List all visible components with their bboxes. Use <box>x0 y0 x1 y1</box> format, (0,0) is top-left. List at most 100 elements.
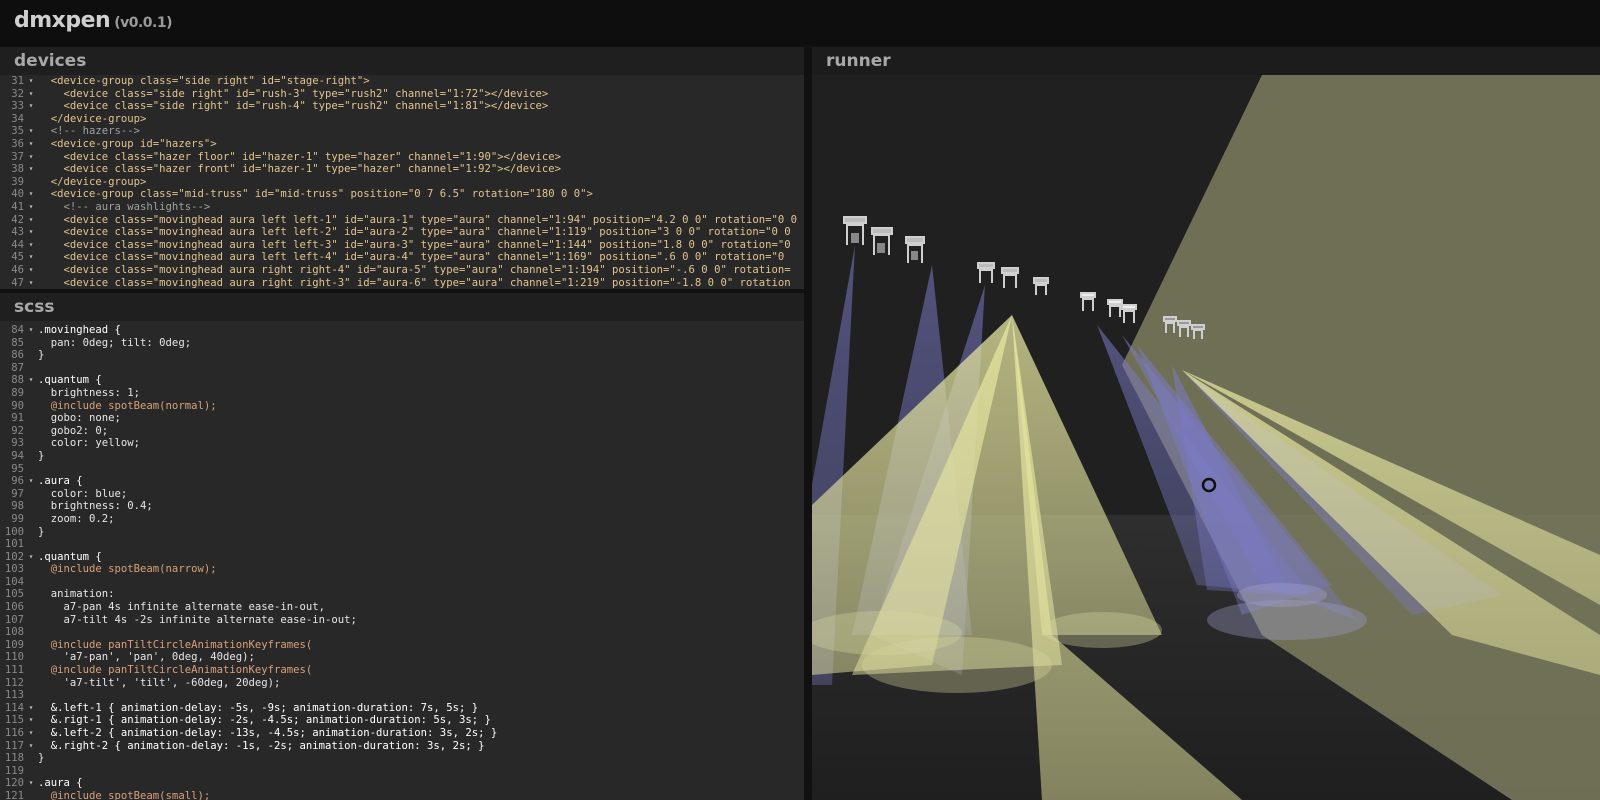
scss-code-editor[interactable]: 84 ▾ .movinghead {85 pan: 0deg; tilt: 0deg… <box>0 321 804 800</box>
line-number: 89 <box>11 386 24 399</box>
scss-code-line[interactable]: 109 @include panTiltCircleAnimationKeyfr… <box>0 639 804 652</box>
line-number: 98 <box>11 500 24 513</box>
scss-code-line[interactable]: 121 @include spotBeam(small); <box>0 790 804 800</box>
scss-code-line[interactable]: 116 ▾ &.left-2 { animation-delay: -13s, -… <box>0 727 804 740</box>
scss-code-line[interactable]: 84 ▾ .movinghead { <box>0 324 804 337</box>
fold-arrow-icon[interactable]: ▾ <box>24 277 38 290</box>
vertical-split-handle[interactable] <box>804 47 812 800</box>
code-text: <device class="hazer floor" id="hazer-1"… <box>38 150 562 163</box>
fold-arrow-icon[interactable]: ▾ <box>24 714 38 727</box>
scss-code-line[interactable]: 99 zoom: 0.2; <box>0 513 804 526</box>
scss-code-line[interactable]: 101 <box>0 538 804 551</box>
devices-code-line[interactable]: 37 ▾ <device class="hazer floor" id="haze… <box>0 151 804 164</box>
scss-code-line[interactable]: 87 <box>0 362 804 375</box>
devices-code-line[interactable]: 45 ▾ <device class="movinghead aura left … <box>0 251 804 264</box>
scss-code-line[interactable]: 113 <box>0 689 804 702</box>
line-number: 94 <box>11 449 24 462</box>
fold-arrow-icon[interactable]: ▾ <box>24 163 38 176</box>
scss-code-line[interactable]: 89 brightness: 1; <box>0 387 804 400</box>
devices-code-line[interactable]: 38 ▾ <device class="hazer front" id="haze… <box>0 163 804 176</box>
scss-code-line[interactable]: 92 gobo2: 0; <box>0 425 804 438</box>
fold-arrow-icon[interactable]: ▾ <box>24 324 38 337</box>
devices-code-line[interactable]: 40 ▾ <device-group class="mid-truss" id="… <box>0 188 804 201</box>
line-number: 106 <box>4 601 24 614</box>
scss-code-line[interactable]: 88 ▾ .quantum { <box>0 374 804 387</box>
fold-arrow-icon[interactable]: ▾ <box>24 251 38 264</box>
fold-arrow-icon[interactable]: ▾ <box>24 226 38 239</box>
line-number: 97 <box>11 487 24 500</box>
scss-code-line[interactable]: 97 color: blue; <box>0 488 804 501</box>
fold-arrow-icon[interactable]: ▾ <box>24 138 38 151</box>
code-text: .quantum { <box>38 550 102 563</box>
scss-code-line[interactable]: 117 ▾ &.right-2 { animation-delay: -1s, -… <box>0 740 804 753</box>
scss-code-line[interactable]: 85 pan: 0deg; tilt: 0deg; <box>0 337 804 350</box>
devices-code-line[interactable]: 34 </device-group> <box>0 113 804 126</box>
devices-code-line[interactable]: 32 ▾ <device class="side right" id="rush-… <box>0 88 804 101</box>
scss-code-line[interactable]: 104 <box>0 576 804 589</box>
scss-code-line[interactable]: 96 ▾ .aura { <box>0 475 804 488</box>
scss-code-line[interactable]: 105 animation: <box>0 588 804 601</box>
fold-arrow-icon[interactable]: ▾ <box>24 740 38 753</box>
scss-code-line[interactable]: 108 <box>0 626 804 639</box>
scss-code-line[interactable]: 115 ▾ &.rigt-1 { animation-delay: -2s, -4… <box>0 714 804 727</box>
line-number: 92 <box>11 424 24 437</box>
devices-code-line[interactable]: 31 ▾ <device-group class="side right" id=… <box>0 75 804 88</box>
fold-arrow-icon[interactable]: ▾ <box>24 75 38 88</box>
devices-code-line[interactable]: 41 ▾ <!-- aura washlights--> <box>0 201 804 214</box>
fold-arrow-icon[interactable]: ▾ <box>24 100 38 113</box>
scss-code-line[interactable]: 93 color: yellow; <box>0 437 804 450</box>
code-text: &.right-2 { animation-delay: -1s, -2s; a… <box>38 739 485 752</box>
fold-arrow-icon[interactable]: ▾ <box>24 702 38 715</box>
scss-code-line[interactable]: 91 gobo: none; <box>0 412 804 425</box>
fold-arrow-icon[interactable]: ▾ <box>24 125 38 138</box>
scss-code-line[interactable]: 86} <box>0 349 804 362</box>
fold-arrow-icon[interactable]: ▾ <box>24 777 38 790</box>
scss-code-line[interactable]: 98 brightness: 0.4; <box>0 500 804 513</box>
scss-code-line[interactable]: 118} <box>0 752 804 765</box>
fold-arrow-icon[interactable]: ▾ <box>24 475 38 488</box>
fold-arrow-icon[interactable]: ▾ <box>24 727 38 740</box>
scss-code-line[interactable]: 90 @include spotBeam(normal); <box>0 400 804 413</box>
line-number: 47 <box>11 276 24 289</box>
devices-code-line[interactable]: 33 ▾ <device class="side right" id="rush-… <box>0 100 804 113</box>
line-number: 117 <box>4 739 24 752</box>
scss-code-line[interactable]: 114 ▾ &.left-1 { animation-delay: -5s, -9… <box>0 702 804 715</box>
fold-arrow-icon[interactable]: ▾ <box>24 551 38 564</box>
scss-code-line[interactable]: 120 ▾ .aura { <box>0 777 804 790</box>
line-number: 39 <box>11 175 24 188</box>
fold-arrow-icon[interactable]: ▾ <box>24 239 38 252</box>
fold-arrow-icon[interactable]: ▾ <box>24 264 38 277</box>
devices-code-line[interactable]: 39 </device-group> <box>0 176 804 189</box>
line-number: 35 <box>11 125 24 138</box>
scss-code-line[interactable]: 106 a7-pan 4s infinite alternate ease-in… <box>0 601 804 614</box>
devices-code-line[interactable]: 35 ▾ <!-- hazers--> <box>0 125 804 138</box>
fold-arrow-icon[interactable]: ▾ <box>24 214 38 227</box>
devices-code-line[interactable]: 43 ▾ <device class="movinghead aura left … <box>0 226 804 239</box>
devices-code-line[interactable]: 47 ▾ <device class="movinghead aura right… <box>0 277 804 290</box>
devices-code-editor[interactable]: 31 ▾ <device-group class="side right" id=… <box>0 75 804 289</box>
fold-arrow-icon[interactable]: ▾ <box>24 188 38 201</box>
fold-arrow-icon[interactable]: ▾ <box>24 151 38 164</box>
line-number: 113 <box>4 689 24 702</box>
fold-arrow-icon[interactable]: ▾ <box>24 201 38 214</box>
fold-arrow-icon[interactable]: ▾ <box>24 374 38 387</box>
scss-code-line[interactable]: 110 'a7-pan', 'pan', 0deg, 40deg); <box>0 651 804 664</box>
scss-code-line[interactable]: 119 <box>0 765 804 778</box>
scss-code-line[interactable]: 94} <box>0 450 804 463</box>
scss-code-line[interactable]: 102 ▾ .quantum { <box>0 551 804 564</box>
stage-3d-view[interactable] <box>812 75 1600 800</box>
devices-code-line[interactable]: 36 ▾ <device-group id="hazers"> <box>0 138 804 151</box>
devices-code-line[interactable]: 44 ▾ <device class="movinghead aura left … <box>0 239 804 252</box>
devices-code-line[interactable]: 46 ▾ <device class="movinghead aura right… <box>0 264 804 277</box>
scss-code-line[interactable]: 100} <box>0 526 804 539</box>
scss-code-line[interactable]: 111 @include panTiltCircleAnimationKeyfr… <box>0 664 804 677</box>
scss-code-line[interactable]: 107 a7-tilt 4s -2s infinite alternate ea… <box>0 614 804 627</box>
scss-code-line[interactable]: 112 'a7-tilt', 'tilt', -60deg, 20deg); <box>0 677 804 690</box>
scss-code-line[interactable]: 103 @include spotBeam(narrow); <box>0 563 804 576</box>
line-number: 37 <box>11 150 24 163</box>
devices-code-line[interactable]: 42 ▾ <device class="movinghead aura left … <box>0 214 804 227</box>
scss-code-line[interactable]: 95 <box>0 463 804 476</box>
line-number: 93 <box>11 437 24 450</box>
fold-arrow-icon[interactable]: ▾ <box>24 88 38 101</box>
code-text: <device-group class="mid-truss" id="mid-… <box>38 188 593 201</box>
